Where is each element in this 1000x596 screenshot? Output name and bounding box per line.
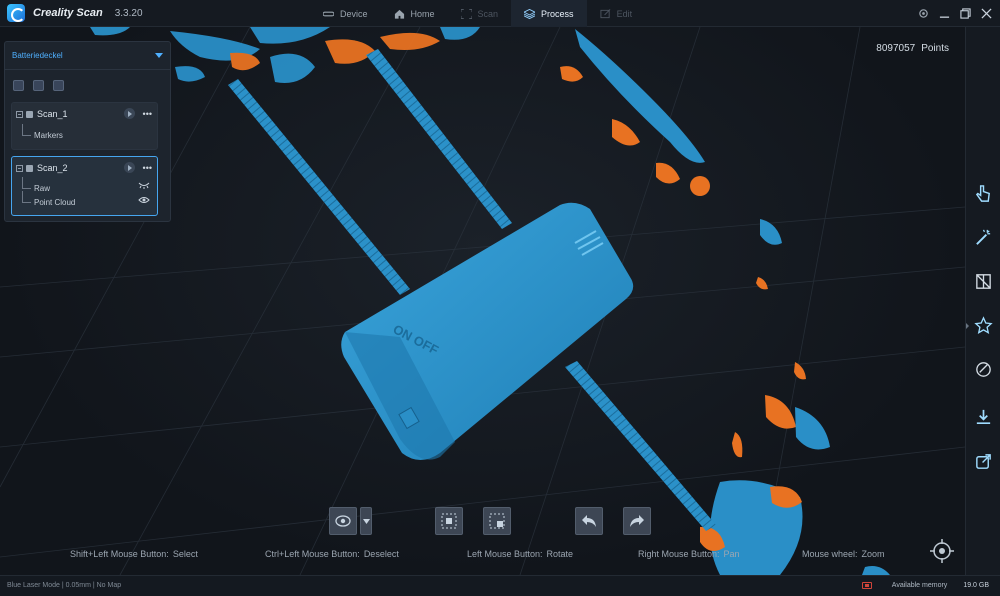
points-count-value: 8097057 (876, 43, 916, 54)
crop-button[interactable] (483, 507, 511, 535)
close-icon[interactable] (981, 8, 992, 19)
screw-left (228, 79, 410, 295)
redo-button[interactable] (623, 507, 651, 535)
folder-icon[interactable] (33, 80, 44, 91)
tab-edit[interactable]: Edit (587, 0, 646, 27)
scan-group-2[interactable]: Scan_2 ••• Raw Point Cloud (11, 156, 158, 216)
screw-middle (366, 49, 512, 229)
main-nav: Device Home Scan Process Edit (310, 0, 645, 27)
settings-icon[interactable] (918, 8, 929, 19)
scan-group-1[interactable]: Scan_1 ••• Markers (11, 102, 158, 150)
play-icon[interactable] (123, 162, 135, 173)
export-icon[interactable] (974, 452, 993, 471)
eye-icon[interactable] (138, 196, 150, 204)
hint-pan: Right Mouse Button: Pan (638, 549, 740, 559)
tab-device-label: Device (340, 8, 368, 19)
points-count: 8097057 Points (870, 43, 949, 54)
scan-group-1-actions: ••• (123, 108, 152, 119)
tree-item-markers[interactable]: Markers (22, 124, 63, 140)
project-dropdown[interactable]: Batteriedeckel (5, 42, 170, 70)
scan-cube-icon (26, 164, 33, 172)
hint-zoom: Mouse wheel: Zoom (802, 549, 885, 559)
app-version: 3.3.20 (114, 7, 143, 19)
minimize-icon[interactable] (939, 8, 950, 19)
tab-device[interactable]: Device (310, 0, 381, 27)
layers-icon (524, 8, 536, 19)
window-controls (918, 0, 992, 27)
battery-cover-model: ON OFF (341, 202, 634, 460)
scan-cube-icon (26, 110, 33, 118)
eye-closed-icon[interactable] (138, 182, 150, 189)
right-toolbar (965, 27, 1000, 575)
crop-icon (489, 513, 505, 529)
scan-icon (460, 8, 472, 19)
select-pointer-icon[interactable] (974, 184, 993, 203)
select-region-button[interactable] (435, 507, 463, 535)
memory-icon (861, 582, 872, 589)
scan-group-2-actions: ••• (123, 162, 152, 173)
play-icon[interactable] (123, 108, 135, 119)
view-eye-icon (335, 515, 351, 527)
download-icon[interactable] (974, 408, 993, 427)
tab-process[interactable]: Process (511, 0, 587, 27)
mesh-icon[interactable] (974, 272, 993, 291)
restore-icon[interactable] (960, 8, 971, 19)
delete-icon[interactable] (53, 80, 64, 91)
points-count-label: Points (921, 43, 949, 54)
project-name: Batteriedeckel (12, 51, 63, 60)
tab-scan[interactable]: Scan (448, 0, 512, 27)
panel-toolbar (13, 80, 64, 91)
scan-group-1-title: Scan_1 (16, 109, 68, 119)
tab-home[interactable]: Home (381, 0, 448, 27)
view-mode-dropdown[interactable] (360, 507, 372, 535)
status-bar: Blue Laser Mode | 0.05mm | No Map Availa… (0, 575, 1000, 596)
collapse-icon[interactable] (16, 164, 23, 172)
undo-button[interactable] (575, 507, 603, 535)
chevron-down-icon (362, 518, 370, 524)
expand-indicator (966, 323, 969, 329)
memory-status: Available memory 19.0 GB (861, 582, 989, 589)
magic-wand-icon[interactable] (974, 228, 993, 247)
tab-process-label: Process (541, 8, 574, 19)
memory-label: Available memory (891, 582, 948, 589)
more-icon[interactable]: ••• (143, 163, 152, 173)
reset-view-icon[interactable] (929, 538, 955, 564)
hint-rotate: Left Mouse Button: Rotate (467, 549, 574, 559)
title-bar: Creality Scan 3.3.20 Device Home Scan Pr… (0, 0, 1000, 27)
hint-select: Shift+Left Mouse Button: Select (70, 549, 198, 559)
undo-icon (582, 515, 596, 527)
3d-viewport[interactable]: ON OFF 8097057 Points Batteriedeckel Scan… (0, 27, 965, 575)
scan-tree-panel: Batteriedeckel Scan_1 ••• Markers Scan_2… (4, 41, 171, 222)
screw-bottom (565, 361, 716, 531)
scan-name: Scan_2 (37, 163, 68, 173)
view-mode-button[interactable] (329, 507, 357, 535)
memory-value: 19.0 GB (963, 582, 989, 589)
select-all-icon[interactable] (13, 80, 24, 91)
device-icon (323, 11, 334, 16)
scan-mode-status: Blue Laser Mode | 0.05mm | No Map (7, 582, 122, 589)
chevron-down-icon (155, 53, 163, 58)
select-region-icon (441, 513, 457, 529)
collapse-icon[interactable] (16, 110, 23, 118)
scan-name: Scan_1 (37, 109, 68, 119)
texture-icon[interactable] (974, 360, 993, 379)
more-icon[interactable]: ••• (143, 109, 152, 119)
tab-scan-label: Scan (477, 8, 499, 19)
tab-edit-label: Edit (616, 8, 633, 19)
hint-deselect: Ctrl+Left Mouse Button: Deselect (265, 549, 399, 559)
redo-icon (630, 515, 644, 527)
app-logo-icon (7, 4, 25, 22)
app-name: Creality Scan (33, 7, 103, 19)
star-icon[interactable] (966, 316, 993, 335)
edit-icon (600, 8, 610, 18)
home-icon (394, 9, 404, 19)
tab-home-label: Home (410, 8, 435, 19)
scan-group-2-title: Scan_2 (16, 163, 68, 173)
tree-item-point-cloud[interactable]: Point Cloud (22, 191, 75, 207)
